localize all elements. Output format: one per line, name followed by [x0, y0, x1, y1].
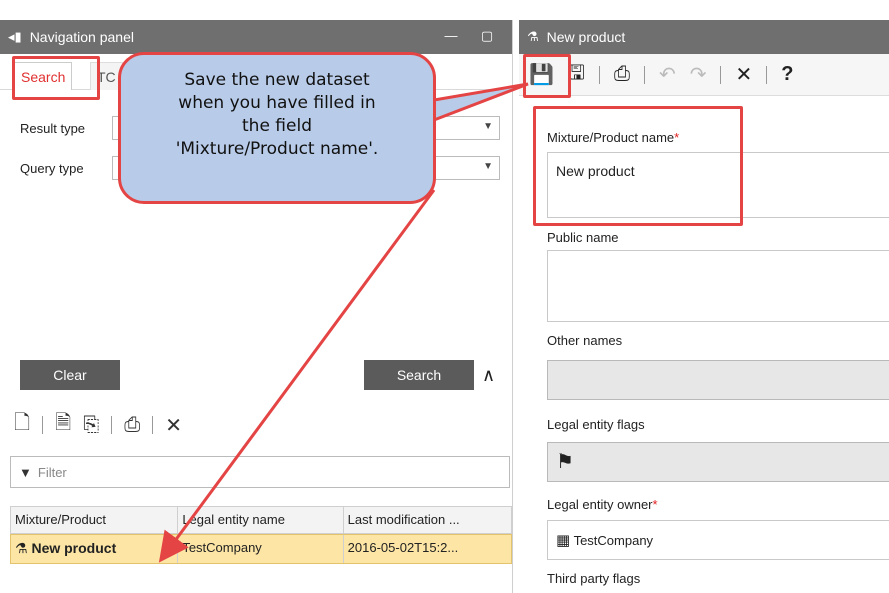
print-icon[interactable]: ⎙: [614, 63, 630, 86]
public-name-input[interactable]: [547, 250, 889, 322]
minimize-icon[interactable]: —: [444, 29, 458, 43]
third-party-flags-label: Third party flags: [547, 571, 641, 586]
chevron-down-icon: ▼: [483, 121, 493, 132]
new-dataset-icon[interactable]: 🗋: [14, 408, 30, 442]
navigation-panel-title: Navigation panel: [29, 29, 134, 45]
help-icon[interactable]: ?: [781, 63, 793, 86]
legal-entity-owner-label: Legal entity owner*: [547, 497, 658, 512]
print-icon[interactable]: ⎙: [124, 414, 140, 437]
search-button[interactable]: Search: [364, 360, 474, 390]
detail-panel-header: ⚗ New product: [519, 20, 889, 54]
filter-placeholder: Filter: [37, 464, 67, 480]
column-header-mixture-product[interactable]: Mixture/Product: [11, 507, 179, 533]
detail-panel-title: New product: [546, 29, 626, 45]
list-toolbar: 🗋 🗎 ⎘ ⎙ ✕: [14, 408, 182, 442]
flag-icon: ⚑: [556, 451, 574, 473]
other-names-label: Other names: [547, 333, 623, 348]
filter-input[interactable]: ▼ Filter: [10, 456, 510, 488]
chevron-down-icon: ▼: [483, 161, 493, 172]
maximize-icon[interactable]: ▢: [480, 29, 494, 43]
legal-entity-owner-field[interactable]: ▦ TestCompany: [547, 520, 889, 560]
navigation-panel-header: ◂▮ Navigation panel — ▢: [0, 20, 512, 54]
query-type-label: Query type: [20, 161, 84, 176]
legal-entity-flags-field[interactable]: ⚑: [547, 442, 889, 482]
cell-product: ⚗ New product: [11, 535, 179, 563]
undo-icon[interactable]: ↶: [659, 62, 676, 87]
instruction-callout: Save the new dataset when you have fille…: [118, 52, 436, 204]
collapse-icon[interactable]: ∧: [482, 365, 495, 386]
close-icon[interactable]: ✕: [735, 62, 752, 87]
product-icon: ⚗: [527, 29, 539, 44]
cell-legal-entity: TestCompany: [178, 535, 344, 563]
save-button-highlight: [523, 54, 571, 98]
lock-document-icon[interactable]: 🗎: [55, 408, 71, 442]
legal-entity-flags-label: Legal entity flags: [547, 417, 645, 432]
other-names-input[interactable]: [547, 360, 889, 400]
navigation-icon: ◂▮: [8, 29, 22, 44]
column-header-last-modification[interactable]: Last modification ...: [344, 507, 511, 533]
clear-button[interactable]: Clear: [20, 360, 120, 390]
public-name-label: Public name: [547, 230, 619, 245]
filter-icon: ▼: [19, 464, 32, 480]
cell-last-modification: 2016-05-02T15:2...: [347, 540, 459, 555]
result-type-label: Result type: [20, 121, 86, 136]
result-grid-header: Mixture/Product Legal entity name Last m…: [10, 506, 512, 534]
detail-toolbar: 💾 🖫 ⎙ ↶ ↷ ✕ ?: [519, 54, 889, 96]
search-tab-highlight: [12, 56, 100, 100]
copy-document-icon[interactable]: ⎘: [83, 414, 99, 437]
column-header-legal-entity[interactable]: Legal entity name: [178, 507, 344, 533]
redo-icon[interactable]: ↷: [690, 62, 707, 87]
product-name-highlight: [533, 106, 743, 226]
company-icon: ▦: [556, 532, 571, 549]
table-row[interactable]: ⚗ New product TestCompany 2016-05-02T15:…: [10, 534, 512, 564]
delete-icon[interactable]: ✕: [165, 413, 182, 438]
product-icon: ⚗: [15, 540, 28, 556]
